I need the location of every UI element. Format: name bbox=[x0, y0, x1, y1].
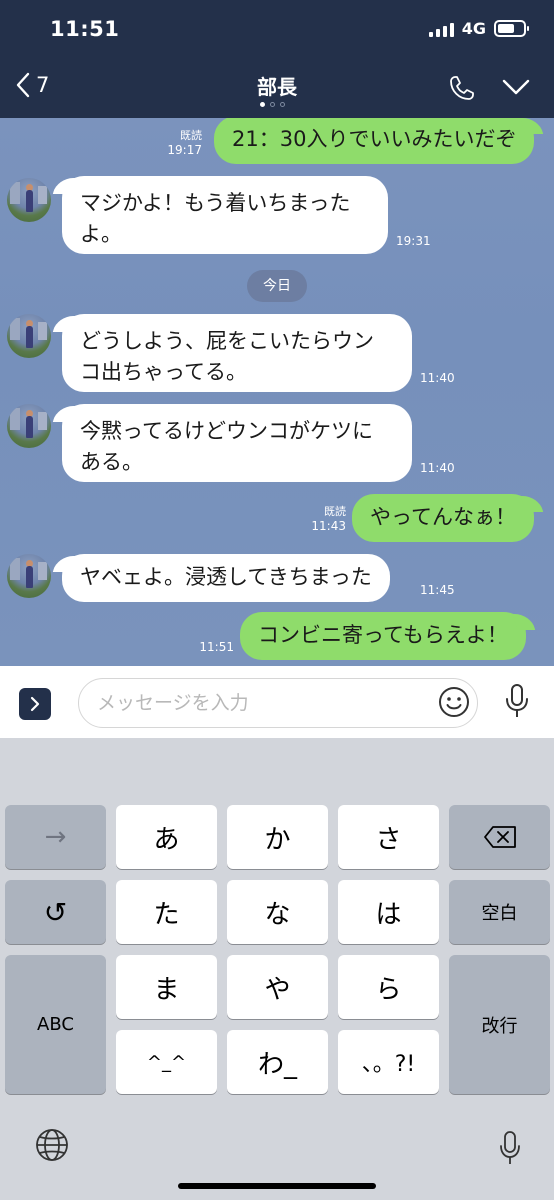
message-time: 19:17 bbox=[167, 143, 202, 157]
globe-icon bbox=[36, 1129, 68, 1161]
battery-icon bbox=[494, 20, 529, 37]
message-input[interactable] bbox=[78, 678, 478, 728]
key-sa[interactable]: さ bbox=[338, 805, 439, 869]
backspace-icon bbox=[483, 826, 516, 848]
message-text-line: コ出ちゃってる。 bbox=[80, 360, 247, 384]
key-undo[interactable]: ↺ bbox=[5, 880, 106, 944]
smiley-icon bbox=[439, 687, 469, 717]
key-ta[interactable]: た bbox=[116, 880, 217, 944]
key-ya[interactable]: や bbox=[227, 955, 328, 1019]
message-meta: 既読 19:17 bbox=[162, 128, 202, 158]
key-wa[interactable]: わ_ bbox=[227, 1030, 328, 1094]
key-return[interactable]: 改行 bbox=[449, 955, 550, 1094]
read-receipt: 既読 bbox=[324, 505, 346, 518]
message-bubble-incoming[interactable]: どうしよう、屁をこいたらウン コ出ちゃってる。 bbox=[62, 314, 412, 392]
message-text: 21：30入りでいいみたいだぞ bbox=[232, 127, 517, 151]
chevron-down-icon bbox=[502, 79, 530, 95]
message-text-line: よ。 bbox=[80, 222, 122, 246]
key-ka[interactable]: か bbox=[227, 805, 328, 869]
call-button[interactable] bbox=[448, 74, 476, 106]
microphone-icon bbox=[500, 1131, 520, 1164]
message-time: 11:51 bbox=[199, 640, 234, 654]
dictation-button[interactable] bbox=[498, 1130, 522, 1170]
page-dots bbox=[260, 102, 285, 107]
avatar[interactable] bbox=[7, 554, 51, 598]
key-ha[interactable]: は bbox=[338, 880, 439, 944]
key-punctuation[interactable]: 、。?! bbox=[338, 1030, 439, 1094]
message-text: ヤベェよ。浸透してきちまった bbox=[80, 565, 372, 589]
message-bubble-outgoing[interactable]: やってんなぁ！ bbox=[352, 494, 534, 542]
message-text-line: 今黙ってるけどウンコがケツに bbox=[80, 419, 373, 443]
key-abc[interactable]: ABC bbox=[5, 955, 106, 1094]
status-icons: 4G bbox=[428, 19, 529, 38]
message-text-line: どうしよう、屁をこいたらウン bbox=[80, 329, 374, 353]
key-na[interactable]: な bbox=[227, 880, 328, 944]
message-time: 11:40 bbox=[420, 461, 455, 475]
key-ra[interactable]: ら bbox=[338, 955, 439, 1019]
message-time: 11:40 bbox=[420, 371, 455, 385]
message-bubble-outgoing[interactable]: コンビニ寄ってもらえよ！ bbox=[240, 612, 526, 660]
chevron-right-icon bbox=[30, 696, 40, 712]
key-ma[interactable]: ま bbox=[116, 955, 217, 1019]
globe-button[interactable] bbox=[34, 1127, 70, 1167]
key-arrow[interactable]: → bbox=[5, 805, 106, 869]
message-meta: 既読 11:43 bbox=[306, 504, 346, 534]
key-a[interactable]: あ bbox=[116, 805, 217, 869]
message-bubble-outgoing[interactable]: 21：30入りでいいみたいだぞ bbox=[214, 118, 535, 164]
message-bubble-incoming[interactable]: ヤベェよ。浸透してきちまった bbox=[62, 554, 390, 602]
read-receipt: 既読 bbox=[180, 129, 202, 142]
top-bar: 11:51 4G 7 部長 bbox=[0, 0, 554, 118]
network-type: 4G bbox=[461, 19, 486, 38]
avatar[interactable] bbox=[7, 178, 51, 222]
key-kaomoji[interactable]: ^_^ bbox=[116, 1030, 217, 1094]
input-bar bbox=[0, 666, 554, 738]
message-bubble-incoming[interactable]: マジかよ！もう着いちまった よ。 bbox=[62, 176, 388, 254]
emoji-button[interactable] bbox=[438, 686, 470, 722]
date-separator: 今日 bbox=[247, 270, 307, 302]
microphone-icon bbox=[506, 684, 528, 717]
avatar[interactable] bbox=[7, 314, 51, 358]
message-text-line: ある。 bbox=[80, 450, 143, 474]
phone-icon bbox=[450, 76, 474, 100]
message-bubble-incoming[interactable]: 今黙ってるけどウンコがケツに ある。 bbox=[62, 404, 412, 482]
expand-menu-button[interactable] bbox=[19, 688, 51, 720]
message-time: 11:43 bbox=[311, 519, 346, 533]
message-text: コンビニ寄ってもらえよ！ bbox=[258, 623, 508, 647]
signal-icon bbox=[428, 21, 454, 37]
home-indicator[interactable] bbox=[178, 1183, 376, 1189]
menu-button[interactable] bbox=[502, 78, 530, 100]
chat-area[interactable]: 既読 19:17 21：30入りでいいみたいだぞ マジかよ！もう着いちまった よ… bbox=[0, 118, 554, 666]
message-time: 19:31 bbox=[396, 234, 431, 248]
key-delete[interactable] bbox=[449, 805, 550, 869]
message-text: やってんなぁ！ bbox=[370, 505, 516, 529]
avatar[interactable] bbox=[7, 404, 51, 448]
message-time: 11:45 bbox=[420, 583, 455, 597]
key-space[interactable]: 空白 bbox=[449, 880, 550, 944]
message-text-line: マジかよ！もう着いちまった bbox=[80, 191, 351, 215]
status-time: 11:51 bbox=[50, 17, 120, 41]
voice-button[interactable] bbox=[503, 683, 531, 723]
